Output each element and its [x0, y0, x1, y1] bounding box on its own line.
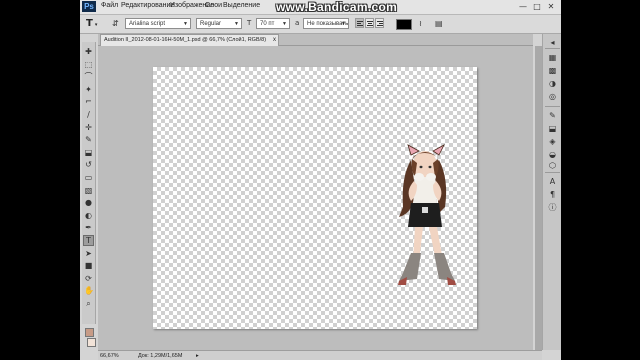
- vertical-scrollbar[interactable]: [535, 46, 542, 350]
- zoom-tool-button[interactable]: ⌕: [84, 299, 93, 308]
- dodge-tool-button[interactable]: ◐: [84, 211, 93, 220]
- dock-panel-strip: ◂ ▦ ▩ ◑ ◎ ✎ ⬓ ◈ ◒ ⬡ A ¶ ⓘ: [542, 34, 561, 350]
- brush-tool-button[interactable]: ✎: [84, 135, 93, 144]
- quick-select-tool-button[interactable]: ✦: [84, 85, 93, 94]
- menu-bar: Ps Файл Редактирование Изображение Слои …: [80, 0, 561, 15]
- marquee-tool-button[interactable]: ⬚: [84, 60, 93, 69]
- zoom-level[interactable]: 66,67%: [100, 352, 119, 360]
- font-family-select[interactable]: Arialina script ▼: [125, 18, 191, 29]
- menu-edit[interactable]: Редактирование: [121, 2, 174, 9]
- photoshop-window: Ps Файл Редактирование Изображение Слои …: [80, 0, 561, 360]
- photoshop-logo: Ps: [82, 1, 96, 12]
- 3d-rotate-tool-button[interactable]: ⟳: [84, 274, 93, 283]
- paths-panel-icon[interactable]: ⬡: [547, 160, 558, 171]
- align-left-button[interactable]: [355, 18, 364, 28]
- panel-divider: [545, 48, 560, 49]
- antialias-select[interactable]: Не показывать ▼: [303, 18, 349, 29]
- status-menu-arrow[interactable]: ▸: [196, 352, 199, 360]
- layers-panel-icon[interactable]: ◈: [547, 136, 558, 147]
- chevron-down-icon: ▼: [234, 21, 239, 27]
- font-size-value: 70 пт: [260, 21, 275, 27]
- screen: Ps Файл Редактирование Изображение Слои …: [0, 0, 640, 360]
- panel-divider: [545, 172, 560, 173]
- align-right-button[interactable]: [375, 18, 384, 28]
- close-tab-icon[interactable]: x: [273, 35, 276, 45]
- menu-file[interactable]: Файл: [101, 2, 118, 9]
- font-size-icon: T: [247, 19, 252, 27]
- type-tool-button[interactable]: T: [83, 235, 94, 246]
- document-title: Audition II_2012-08-01-16H-50M_1.psd @ 6…: [104, 37, 267, 43]
- masks-panel-icon[interactable]: ◎: [547, 91, 558, 102]
- move-tool-button[interactable]: ✚: [84, 47, 93, 56]
- character-figure: [398, 144, 456, 285]
- menu-select[interactable]: Выделение: [223, 2, 260, 9]
- eraser-tool-button[interactable]: ▭: [84, 173, 93, 182]
- gradient-tool-button[interactable]: ▧: [84, 186, 93, 195]
- adjustments-panel-icon[interactable]: ◑: [547, 78, 558, 89]
- blur-tool-button[interactable]: ●: [84, 198, 93, 207]
- chevron-down-icon: ▼: [183, 21, 188, 27]
- tool-preset-picker[interactable]: T ▾: [86, 17, 106, 30]
- hand-tool-button[interactable]: ✋: [84, 286, 94, 295]
- warp-text-icon[interactable]: ≀: [419, 17, 422, 30]
- character-figure: [398, 144, 456, 285]
- eyedropper-tool-button[interactable]: ∕: [84, 110, 93, 119]
- character-panels-icon[interactable]: ▤: [435, 17, 443, 30]
- lasso-tool-button[interactable]: ⌒: [84, 72, 93, 81]
- bandicam-watermark: www.Bandicam.com: [276, 0, 398, 14]
- brushes-panel-icon[interactable]: ✎: [547, 110, 558, 121]
- foreground-color-swatch[interactable]: [85, 328, 94, 337]
- paragraph-panel-icon[interactable]: ¶: [547, 189, 558, 200]
- chevron-down-icon: ▼: [282, 21, 287, 27]
- crop-tool-button[interactable]: ⌐: [84, 97, 93, 106]
- document-size-info: Док: 1,29M/1,65M: [138, 353, 183, 359]
- chevron-down-icon: ▼: [341, 21, 346, 27]
- color-panel-icon[interactable]: ▦: [547, 52, 558, 63]
- antialias-icon: a: [295, 19, 300, 27]
- options-bar: T ▾ ⇵ Arialina script ▼ Regular ▼ T 70 пт ▼ …: [80, 15, 561, 34]
- channels-panel-icon[interactable]: ◒: [547, 149, 558, 160]
- panel-toggle-icon[interactable]: ◂: [547, 37, 558, 48]
- align-center-button[interactable]: [365, 18, 374, 28]
- minimize-button[interactable]: —: [517, 1, 529, 12]
- document-tab-bar: Audition II_2012-08-01-16H-50M_1.psd @ 6…: [98, 34, 533, 46]
- status-bar: 66,67% Док: 1,29M/1,65M ▸: [98, 350, 542, 360]
- font-size-select[interactable]: 70 пт ▼: [256, 18, 290, 29]
- text-orientation-icon[interactable]: ⇵: [112, 17, 119, 30]
- font-family-value: Arialina script: [129, 21, 166, 27]
- shape-tool-button[interactable]: ■: [84, 261, 93, 270]
- toolbox: ✚ ⬚ ⌒ ✦ ⌐ ∕ ✛ ✎ ⬓ ↺ ▭ ▧ ● ◐ ✒ T ➤ ■ ⟳ ✋ ⌕: [82, 42, 96, 347]
- history-brush-tool-button[interactable]: ↺: [84, 160, 93, 169]
- background-color-swatch[interactable]: [87, 338, 96, 347]
- pen-tool-button[interactable]: ✒: [84, 223, 93, 232]
- swatches-panel-icon[interactable]: ▩: [547, 65, 558, 76]
- panel-divider: [545, 106, 560, 107]
- type-tool-icon: T: [86, 18, 93, 29]
- healing-brush-tool-button[interactable]: ✛: [84, 123, 93, 132]
- font-style-select[interactable]: Regular ▼: [196, 18, 242, 29]
- document-tab[interactable]: Audition II_2012-08-01-16H-50M_1.psd @ 6…: [100, 34, 280, 46]
- document-canvas[interactable]: [153, 67, 477, 329]
- close-window-button[interactable]: ✕: [545, 1, 557, 12]
- character-panel-icon[interactable]: A: [547, 176, 558, 187]
- text-color-swatch[interactable]: [396, 19, 412, 30]
- info-panel-icon[interactable]: ⓘ: [547, 202, 558, 213]
- path-select-tool-button[interactable]: ➤: [84, 249, 93, 258]
- document-workspace: [98, 46, 533, 350]
- menu-layer[interactable]: Слои: [205, 2, 222, 9]
- clone-source-panel-icon[interactable]: ⬓: [547, 123, 558, 134]
- maximize-button[interactable]: □: [531, 1, 543, 12]
- font-style-value: Regular: [200, 21, 222, 27]
- clone-stamp-tool-button[interactable]: ⬓: [84, 148, 93, 157]
